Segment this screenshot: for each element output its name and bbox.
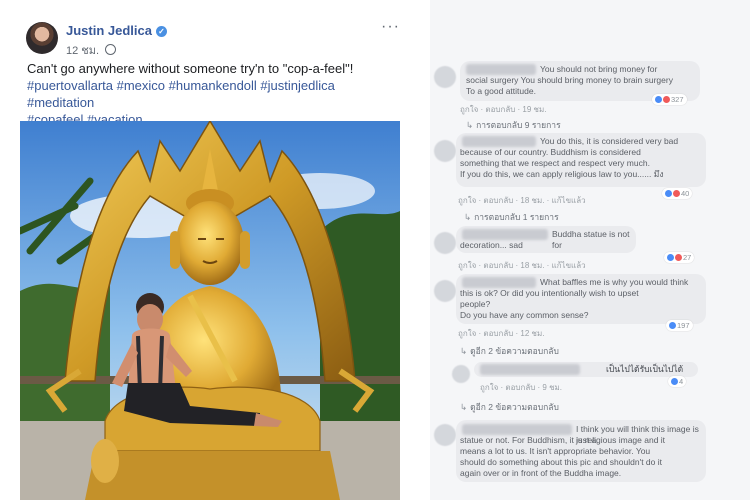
reaction-count-text: 197 — [677, 321, 690, 330]
like-reaction-icon — [665, 190, 672, 197]
comment-text-line: again over or in front of the Buddha ima… — [460, 468, 622, 478]
comment-bubble: เป็นไปได้รับเป็นไปได้ — [474, 362, 698, 377]
comment-text-line: To a good attitude. — [466, 86, 536, 96]
commenter-avatar[interactable] — [434, 424, 456, 446]
comment-text-line: this is ok? Or did you intentionally wis… — [460, 288, 639, 298]
redacted-commenter-name — [480, 364, 580, 375]
reply-arrow-icon: ↳ — [460, 346, 468, 356]
comment-text-line: What baffles me is why you would think — [540, 277, 689, 287]
like-reaction-icon — [667, 254, 674, 261]
comment-text-line: means a lot to us. It isn't appropriate … — [460, 446, 651, 456]
love-reaction-icon — [675, 254, 682, 261]
comment-text-line: You do this, it is considered very bad — [540, 136, 679, 146]
globe-icon — [105, 44, 117, 55]
comment-text-line: something that we respect and respect ve… — [460, 158, 650, 168]
reaction-count-text: 40 — [681, 189, 690, 198]
comment-text-line: people? — [460, 299, 491, 309]
commenter-avatar[interactable] — [434, 280, 456, 302]
comment-bubble: Buddha statue is not for decoration... s… — [456, 226, 636, 253]
like-reaction-icon — [669, 322, 676, 329]
view-replies-link[interactable]: ↳ การตอบกลับ 1 รายการ — [464, 210, 559, 224]
reply-arrow-icon: ↳ — [466, 120, 474, 130]
comment-text-line: Do you have any common sense? — [460, 310, 589, 320]
reaction-count-text: 327 — [671, 95, 684, 104]
reply-arrow-icon: ↳ — [460, 402, 468, 412]
commenter-avatar[interactable] — [434, 66, 456, 88]
redacted-commenter-name — [466, 64, 536, 75]
comment-text-line: social surgery You should bring money to… — [466, 75, 673, 85]
hashtags-line-1[interactable]: #puertovallarta #mexico #humankendoll #j… — [27, 77, 397, 111]
commenter-avatar[interactable] — [452, 365, 470, 383]
reaction-count[interactable]: 4 — [668, 376, 687, 387]
comments-panel: You should not bring money for social su… — [430, 0, 750, 500]
like-reaction-icon — [671, 378, 678, 385]
comment-bubble: I think you will think this image is jus… — [456, 420, 706, 482]
post-time[interactable]: 12 ชม. — [66, 45, 99, 57]
view-replies-link[interactable]: ↳ ดูอีก 2 ข้อความตอบกลับ — [460, 344, 559, 358]
redacted-commenter-name — [462, 136, 536, 147]
commenter-avatar[interactable] — [434, 140, 456, 162]
comment-text-line: statue or not. For Buddhism, it is relig… — [460, 435, 666, 445]
verified-badge-icon: ✓ — [155, 26, 167, 37]
reaction-count[interactable]: 197 — [666, 320, 693, 331]
comment-text-line: เป็นไปได้รับเป็นไปได้ — [606, 364, 684, 374]
post-photo[interactable] — [20, 121, 400, 500]
post-meta: 12 ชม. — [66, 41, 117, 59]
reply-arrow-icon: ↳ — [464, 212, 472, 222]
author-avatar[interactable] — [26, 22, 58, 54]
reaction-count-text: 4 — [679, 377, 684, 386]
reaction-count[interactable]: 27 — [664, 252, 695, 263]
comment-actions[interactable]: ถูกใจ · ตอบกลับ · 9 ชม. — [480, 381, 562, 394]
comment-actions[interactable]: ถูกใจ · ตอบกลับ · 18 ชม. · แก้ไขแล้ว — [458, 194, 586, 207]
comment-bubble: You do this, it is considered very bad b… — [456, 133, 706, 187]
caption-text: Can't go anywhere without someone try'n … — [27, 61, 354, 76]
commenter-avatar[interactable] — [434, 232, 456, 254]
comment-actions[interactable]: ถูกใจ · ตอบกลับ · 12 ชม. — [458, 327, 544, 340]
comment-actions[interactable]: ถูกใจ · ตอบกลับ · 19 ชม. — [460, 103, 546, 116]
love-reaction-icon — [673, 190, 680, 197]
comment-text-line: decoration... sad — [460, 240, 523, 250]
view-replies-link[interactable]: ↳ ดูอีก 2 ข้อความตอบกลับ — [460, 400, 559, 414]
author-name-text[interactable]: Justin Jedlica — [66, 23, 152, 38]
comment-text-line: Buddha statue is not for — [552, 229, 630, 250]
reaction-count[interactable]: 40 — [662, 188, 693, 199]
redacted-commenter-name — [462, 229, 548, 240]
comment-text-line: because of our country. Buddhism is cons… — [460, 147, 641, 157]
view-replies-link[interactable]: ↳ การตอบกลับ 9 รายการ — [466, 118, 561, 132]
comment-actions[interactable]: ถูกใจ · ตอบกลับ · 18 ชม. · แก้ไขแล้ว — [458, 259, 586, 272]
post-caption: Can't go anywhere without someone try'n … — [27, 60, 397, 128]
facebook-post: Justin Jedlica ✓ 12 ชม. ··· Can't go anyw… — [0, 0, 410, 500]
author-name[interactable]: Justin Jedlica ✓ — [66, 23, 167, 38]
comment-text-line: If you do this, we can apply religious l… — [460, 169, 664, 179]
reaction-count[interactable]: 327 — [652, 94, 687, 105]
love-reaction-icon — [663, 96, 670, 103]
buddha-statue-photo — [20, 121, 400, 500]
reaction-count-text: 27 — [683, 253, 692, 262]
redacted-commenter-name — [462, 424, 572, 435]
comment-bubble: What baffles me is why you would think t… — [456, 274, 706, 324]
view-replies-text[interactable]: ดูอีก 2 ข้อความตอบกลับ — [470, 346, 559, 356]
view-replies-text[interactable]: การตอบกลับ 1 รายการ — [474, 212, 559, 222]
view-replies-text[interactable]: ดูอีก 2 ข้อความตอบกลับ — [470, 402, 559, 412]
comment-text-line: should do something about this pic and s… — [460, 457, 662, 467]
like-reaction-icon — [655, 96, 662, 103]
view-replies-text[interactable]: การตอบกลับ 9 รายการ — [476, 120, 561, 130]
redacted-commenter-name — [462, 277, 536, 288]
more-options-icon[interactable]: ··· — [381, 18, 400, 36]
comment-text-line: You should not bring money for — [540, 64, 658, 74]
